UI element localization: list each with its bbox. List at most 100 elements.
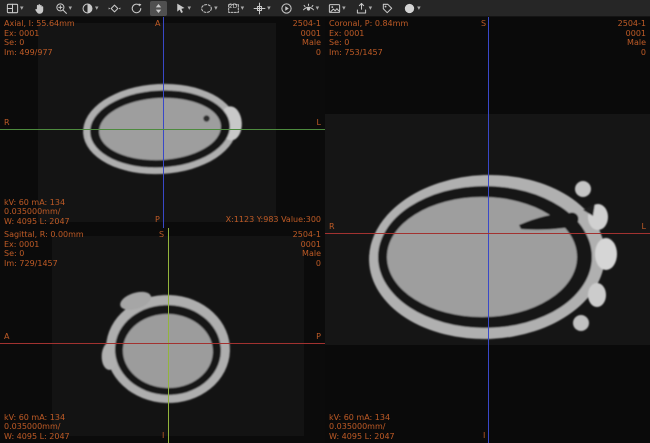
pan-hand-icon	[33, 2, 46, 15]
pointer-arrow-icon	[174, 2, 187, 15]
zoom-magnifier-button[interactable]: ▾	[53, 1, 75, 16]
localizer-crosshair-button[interactable]: ▾	[251, 1, 273, 16]
axial-info-topleft: Axial, I: 55.64mm Ex: 0001 Se: 0 Im: 499…	[4, 19, 75, 57]
coronal-kv: kV: 60 mA: 134	[329, 413, 395, 423]
axial-window-level: W: 4095 L: 2047	[4, 217, 70, 227]
sagittal-marker-posterior: P	[316, 333, 321, 341]
axial-marker-right: R	[4, 119, 10, 127]
coronal-title: Coronal, P: 0.84mm	[329, 19, 408, 29]
axial-kv: kV: 60 mA: 134	[4, 198, 70, 208]
roi-2d-label: 2D	[227, 3, 240, 10]
chevron-down-icon[interactable]: ▾	[369, 2, 373, 15]
sagittal-marker-inferior: I	[162, 432, 164, 440]
axial-title: Axial, I: 55.64mm	[4, 19, 75, 29]
cine-play-button[interactable]	[278, 1, 295, 16]
cine-play-icon	[280, 2, 293, 15]
axial-se: Se: 0	[4, 38, 75, 48]
sagittal-se: Se: 0	[4, 249, 84, 259]
chevron-down-icon[interactable]: ▾	[342, 2, 346, 15]
pan-hand-button[interactable]	[31, 1, 48, 16]
flip-horizontal-button[interactable]	[106, 1, 123, 16]
coronal-marker-superior: S	[481, 20, 486, 28]
ellipse-roi-icon	[200, 2, 213, 15]
axial-crosshair-horizontal[interactable]	[0, 129, 325, 130]
sagittal-kv: kV: 60 mA: 134	[4, 413, 70, 423]
tag-button[interactable]	[379, 1, 396, 16]
coronal-spacing: 0.035000mm/	[329, 422, 395, 432]
scroll-stack-button[interactable]	[150, 1, 167, 16]
ellipse-roi-button[interactable]: ▾	[198, 1, 220, 16]
sagittal-num: 0	[293, 259, 321, 269]
sagittal-ex: Ex: 0001	[4, 240, 84, 250]
coronal-im: Im: 753/1457	[329, 48, 408, 58]
sphere-button[interactable]: ▾	[401, 1, 423, 16]
rotate-icon	[130, 2, 143, 15]
image-capture-icon	[328, 2, 341, 15]
chevron-down-icon[interactable]: ▾	[417, 2, 421, 15]
export-button[interactable]: ▾	[353, 1, 375, 16]
sagittal-crosshair-vertical[interactable]	[168, 228, 169, 443]
axial-ex: Ex: 0001	[4, 29, 75, 39]
eye-button[interactable]: ▾	[300, 1, 322, 16]
axial-crosshair-vertical[interactable]	[163, 17, 164, 228]
sagittal-patient-id: 2504-1	[293, 230, 321, 240]
sagittal-marker-anterior: A	[4, 333, 9, 341]
eye-icon	[302, 2, 315, 15]
chevron-down-icon[interactable]: ▾	[95, 2, 99, 15]
pane-sagittal[interactable]: Sagittal, R: 0.00mm Ex: 0001 Se: 0 Im: 7…	[0, 228, 325, 443]
coronal-ex: Ex: 0001	[329, 29, 408, 39]
axial-marker-posterior: P	[155, 216, 160, 224]
axial-info-bottomleft: kV: 60 mA: 134 0.035000mm/ W: 4095 L: 20…	[4, 198, 70, 227]
axial-acq: 0001	[293, 29, 321, 39]
sagittal-title: Sagittal, R: 0.00mm	[4, 230, 84, 240]
dicom-viewer-window: ▾▾▾▾▾2D▾▾▾▾▾▾ Axial, I: 55.64mm Ex: 0001…	[0, 0, 650, 443]
axial-spacing: 0.035000mm/	[4, 207, 70, 217]
pane-coronal[interactable]: Coronal, P: 0.84mm Ex: 0001 Se: 0 Im: 75…	[325, 17, 650, 443]
axial-marker-left: L	[317, 119, 321, 127]
sagittal-info-topright: 2504-1 0001 Male 0	[293, 230, 321, 268]
coronal-window-level: W: 4095 L: 2047	[329, 432, 395, 442]
coronal-crosshair-vertical[interactable]	[488, 17, 489, 443]
coronal-num: 0	[618, 48, 646, 58]
axial-marker-anterior: A	[155, 20, 160, 28]
pointer-arrow-button[interactable]: ▾	[172, 1, 194, 16]
coronal-crosshair-horizontal[interactable]	[325, 233, 650, 234]
export-icon	[355, 2, 368, 15]
sagittal-acq: 0001	[293, 240, 321, 250]
chevron-down-icon[interactable]: ▾	[188, 2, 192, 15]
sagittal-im: Im: 729/1457	[4, 259, 84, 269]
coronal-marker-left: L	[642, 223, 646, 231]
coronal-sex: Male	[618, 38, 646, 48]
chevron-down-icon[interactable]: ▾	[214, 2, 218, 15]
scroll-stack-icon	[152, 2, 165, 15]
sagittal-crosshair-horizontal[interactable]	[0, 343, 325, 344]
axial-patient-id: 2504-1	[293, 19, 321, 29]
pane-axial[interactable]: Axial, I: 55.64mm Ex: 0001 Se: 0 Im: 499…	[0, 17, 325, 228]
chevron-down-icon[interactable]: ▾	[69, 2, 73, 15]
chevron-down-icon[interactable]: ▾	[241, 2, 245, 15]
sphere-icon	[403, 2, 416, 15]
chevron-down-icon[interactable]: ▾	[20, 2, 24, 15]
sagittal-info-bottomleft: kV: 60 mA: 134 0.035000mm/ W: 4095 L: 20…	[4, 413, 70, 442]
zoom-magnifier-icon	[55, 2, 68, 15]
sagittal-window-level: W: 4095 L: 2047	[4, 432, 70, 442]
axial-info-topright: 2504-1 0001 Male 0	[293, 19, 321, 57]
tag-icon	[381, 2, 394, 15]
coronal-info-topleft: Coronal, P: 0.84mm Ex: 0001 Se: 0 Im: 75…	[329, 19, 408, 57]
flip-horizontal-icon	[108, 2, 121, 15]
chevron-down-icon[interactable]: ▾	[316, 2, 320, 15]
axial-im: Im: 499/977	[4, 48, 75, 58]
coronal-se: Se: 0	[329, 38, 408, 48]
layout-grid-button[interactable]: ▾	[4, 1, 26, 16]
chevron-down-icon[interactable]: ▾	[267, 2, 271, 15]
sagittal-marker-superior: S	[159, 231, 164, 239]
image-capture-button[interactable]: ▾	[326, 1, 348, 16]
rotate-button[interactable]	[128, 1, 145, 16]
roi-2d-button[interactable]: 2D▾	[225, 1, 247, 16]
window-level-button[interactable]: ▾	[79, 1, 101, 16]
window-level-icon	[81, 2, 94, 15]
coronal-marker-inferior: I	[483, 432, 485, 440]
sagittal-info-topleft: Sagittal, R: 0.00mm Ex: 0001 Se: 0 Im: 7…	[4, 230, 84, 268]
roi-2d-icon: 2D	[227, 2, 240, 15]
localizer-crosshair-icon	[253, 2, 266, 15]
